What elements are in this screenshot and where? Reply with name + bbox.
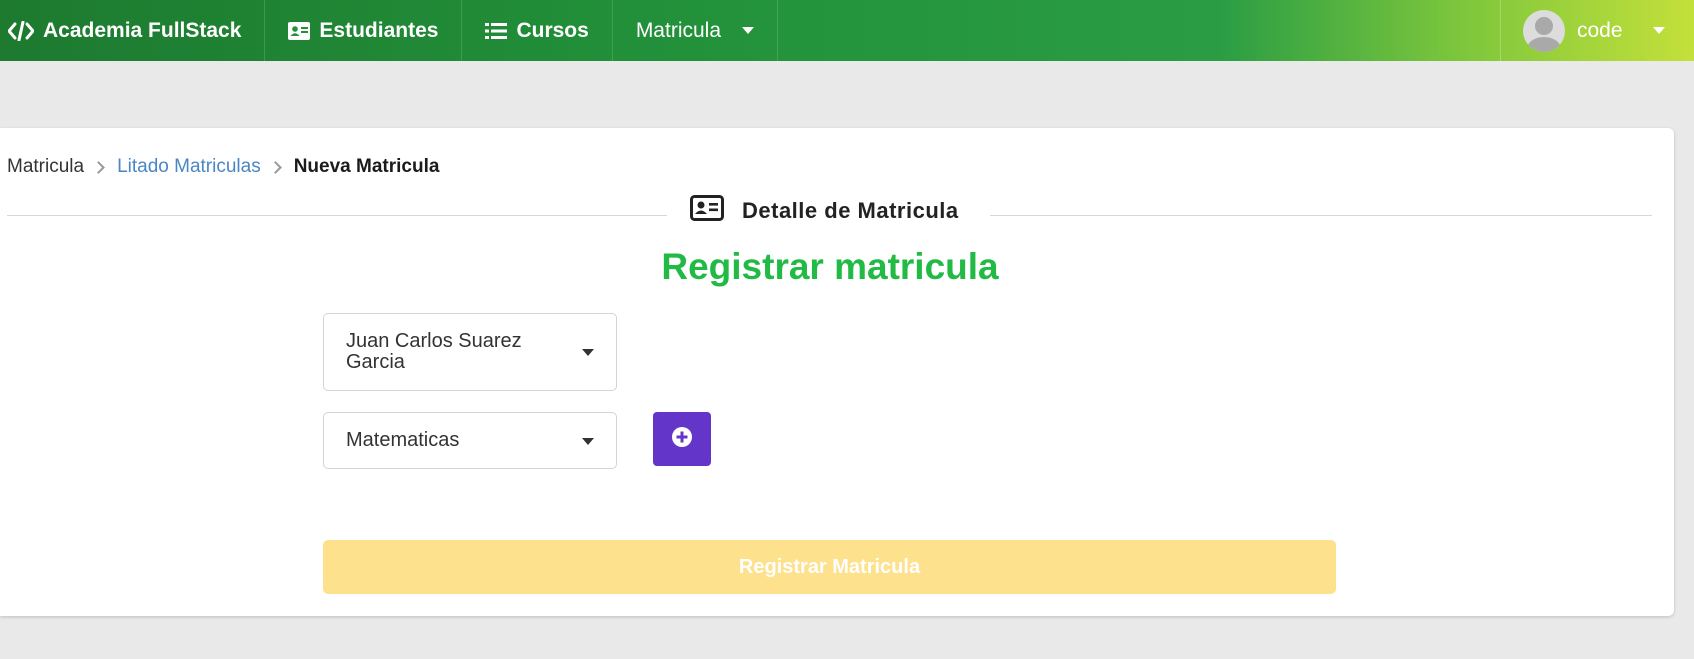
course-select-value: Matematicas [346,429,460,451]
add-course-button[interactable] [653,412,711,466]
chevron-down-icon [1652,27,1665,34]
section-title: Detalle de Matricula [742,198,959,223]
breadcrumb-link-listado[interactable]: Litado Matriculas [117,156,261,178]
student-select[interactable]: Juan Carlos Suarez Garcia [323,313,617,391]
nav-item-matricula-dropdown[interactable]: Matricula [613,0,779,61]
top-navbar: Academia FullStack Estudiantes Cursos Ma… [0,0,1694,61]
nav-item-cursos[interactable]: Cursos [462,0,613,61]
chevron-down-icon [742,27,755,34]
nav-item-estudiantes[interactable]: Estudiantes [265,0,463,61]
nav-item-label: Estudiantes [319,18,439,42]
id-card-icon [690,195,724,227]
plus-circle-icon [672,426,692,452]
divider-line-right [990,215,1652,216]
id-card-icon [288,21,311,40]
page-title: Registrar matricula [661,246,999,287]
chevron-down-icon [582,349,594,356]
submit-label: Registrar Matricula [738,555,921,578]
user-menu[interactable]: code [1500,0,1694,61]
chevron-down-icon [582,437,594,445]
user-name: code [1577,18,1623,42]
breadcrumb-root: Matricula [7,156,85,177]
list-icon [485,22,508,40]
nav-item-label: Matricula [635,18,722,42]
student-select-value: Juan Carlos Suarez Garcia [346,330,522,373]
section-header: Detalle de Matricula [690,194,959,228]
chevron-right-icon [92,160,105,174]
register-enrollment-button[interactable]: Registrar Matricula [323,540,1336,594]
chevron-right-icon [268,160,282,174]
breadcrumb-active: Nueva Matricula [293,156,440,177]
code-icon [8,20,34,41]
breadcrumb: Matricula Litado Matriculas Nueva Matric… [7,156,439,178]
divider-line-left [7,215,667,216]
course-select[interactable]: Matematicas [323,412,617,469]
avatar [1523,9,1565,52]
brand-link[interactable]: Academia FullStack [0,0,266,61]
brand-label: Academia FullStack [43,18,242,42]
nav-item-label: Cursos [516,18,589,42]
